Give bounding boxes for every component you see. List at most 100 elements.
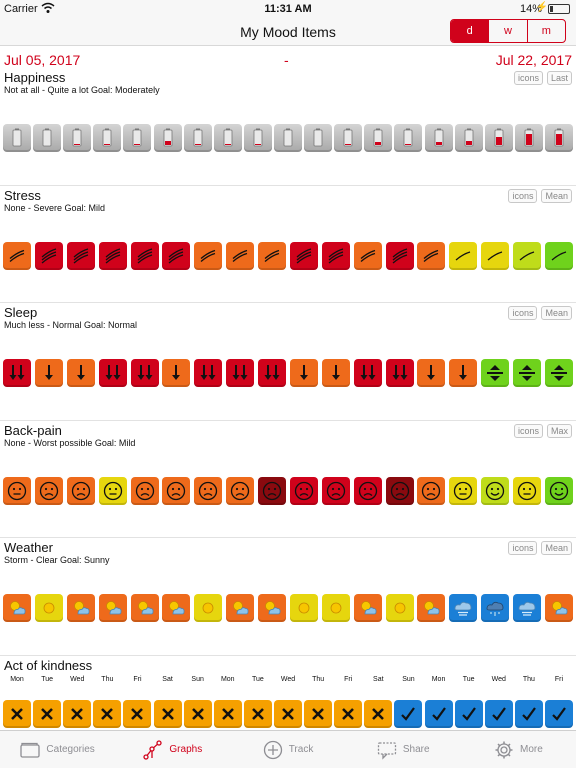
stress-wave-icon[interactable] [66, 241, 95, 270]
sleep-arrow-icon[interactable] [449, 359, 478, 387]
stress-wave-icon[interactable] [258, 241, 286, 270]
stress-wave-icon[interactable] [289, 241, 318, 270]
face-icon[interactable] [258, 476, 286, 505]
battery-level-icon[interactable] [153, 124, 182, 152]
weather-icon[interactable] [544, 594, 573, 622]
sleep-arrow-icon[interactable] [130, 359, 159, 387]
stress-wave-icon[interactable] [162, 241, 191, 270]
x-mark-icon[interactable] [213, 699, 242, 728]
checkmark-icon[interactable] [454, 699, 483, 728]
battery-level-icon[interactable] [33, 124, 62, 152]
tab-graphs[interactable]: Graphs [115, 731, 230, 768]
battery-level-icon[interactable] [484, 124, 513, 152]
stress-wave-icon[interactable] [449, 241, 478, 270]
aggregate-tag[interactable]: Mean [541, 541, 572, 555]
x-mark-icon[interactable] [93, 699, 122, 728]
battery-level-icon[interactable] [63, 124, 92, 152]
face-icon[interactable] [449, 476, 478, 505]
weather-icon[interactable] [130, 594, 159, 622]
sleep-arrow-icon[interactable] [194, 359, 223, 387]
battery-level-icon[interactable] [3, 124, 31, 152]
icons-tag[interactable]: icons [508, 188, 538, 203]
battery-level-icon[interactable] [93, 124, 122, 152]
tab-categories[interactable]: Categories [0, 731, 115, 768]
battery-level-icon[interactable] [544, 124, 573, 152]
face-icon[interactable] [289, 476, 318, 505]
battery-level-icon[interactable] [334, 124, 363, 152]
stress-wave-icon[interactable] [3, 241, 31, 270]
weather-icon[interactable] [353, 594, 382, 622]
face-icon[interactable] [544, 476, 573, 505]
stress-wave-icon[interactable] [226, 241, 255, 270]
mood-items-list[interactable]: Happiness Not at all - Quite a lot Goal:… [0, 68, 576, 730]
stress-wave-icon[interactable] [513, 241, 541, 270]
sleep-arrow-icon[interactable] [226, 359, 255, 387]
weather-icon[interactable] [258, 594, 286, 622]
face-icon[interactable] [385, 476, 414, 505]
face-icon[interactable] [321, 476, 350, 505]
sleep-arrow-icon[interactable] [3, 359, 31, 387]
face-icon[interactable] [353, 476, 382, 505]
weather-icon[interactable] [66, 594, 95, 622]
battery-level-icon[interactable] [273, 124, 302, 152]
x-mark-icon[interactable] [3, 699, 31, 728]
face-icon[interactable] [130, 476, 159, 505]
x-mark-icon[interactable] [304, 699, 333, 728]
stress-wave-icon[interactable] [194, 241, 223, 270]
sleep-arrow-icon[interactable] [258, 359, 286, 387]
battery-level-icon[interactable] [243, 124, 272, 152]
stress-wave-icon[interactable] [417, 241, 446, 270]
segment-week[interactable]: w [488, 20, 526, 42]
stress-wave-icon[interactable] [98, 241, 127, 270]
face-icon[interactable] [513, 476, 541, 505]
x-mark-icon[interactable] [183, 699, 212, 728]
weather-icon[interactable] [481, 594, 510, 622]
x-mark-icon[interactable] [33, 699, 62, 728]
stress-wave-icon[interactable] [130, 241, 159, 270]
stress-wave-icon[interactable] [353, 241, 382, 270]
weather-icon[interactable] [417, 594, 446, 622]
sleep-arrow-icon[interactable] [66, 359, 95, 387]
start-date[interactable]: Jul 05, 2017 [4, 52, 80, 68]
segment-day[interactable]: d [451, 20, 489, 42]
x-mark-icon[interactable] [63, 699, 92, 728]
weather-icon[interactable] [3, 594, 31, 622]
x-mark-icon[interactable] [364, 699, 393, 728]
checkmark-icon[interactable] [484, 699, 513, 728]
weather-icon[interactable] [513, 594, 541, 622]
battery-level-icon[interactable] [394, 124, 423, 152]
battery-level-icon[interactable] [183, 124, 212, 152]
segment-month[interactable]: m [526, 20, 565, 42]
checkmark-icon[interactable] [394, 699, 423, 728]
sleep-arrow-icon[interactable] [385, 359, 414, 387]
aggregate-tag[interactable]: Max [546, 423, 572, 438]
x-mark-icon[interactable] [123, 699, 152, 728]
icons-tag[interactable]: icons [508, 306, 538, 320]
x-mark-icon[interactable] [273, 699, 302, 728]
battery-level-icon[interactable] [454, 124, 483, 152]
checkmark-icon[interactable] [514, 699, 543, 728]
weather-icon[interactable] [98, 594, 127, 622]
stress-wave-icon[interactable] [544, 241, 573, 270]
weather-icon[interactable] [194, 594, 223, 622]
sleep-arrow-icon[interactable] [34, 359, 63, 387]
icons-tag[interactable]: icons [513, 71, 543, 85]
sleep-arrow-icon[interactable] [321, 359, 350, 387]
battery-level-icon[interactable] [123, 124, 152, 152]
battery-level-icon[interactable] [364, 124, 393, 152]
sleep-arrow-icon[interactable] [289, 359, 318, 387]
icons-tag[interactable]: icons [513, 423, 543, 438]
face-icon[interactable] [417, 476, 446, 505]
aggregate-tag[interactable]: Mean [541, 306, 572, 320]
checkmark-icon[interactable] [544, 699, 573, 728]
aggregate-tag[interactable]: Mean [541, 188, 572, 203]
battery-level-icon[interactable] [424, 124, 453, 152]
weather-icon[interactable] [321, 594, 350, 622]
stress-wave-icon[interactable] [321, 241, 350, 270]
face-icon[interactable] [34, 476, 63, 505]
weather-icon[interactable] [449, 594, 478, 622]
face-icon[interactable] [226, 476, 255, 505]
sleep-arrow-icon[interactable] [513, 359, 541, 387]
sleep-arrow-icon[interactable] [481, 359, 510, 387]
sleep-arrow-icon[interactable] [353, 359, 382, 387]
